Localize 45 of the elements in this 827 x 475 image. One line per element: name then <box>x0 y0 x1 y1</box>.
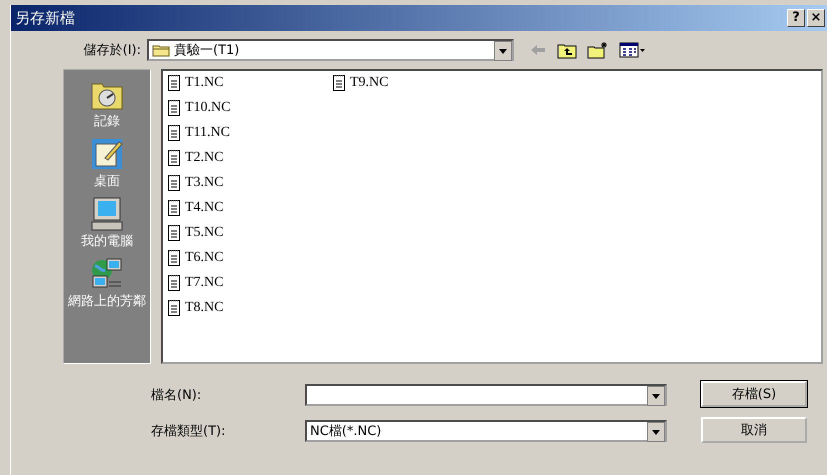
file-type-dropdown[interactable]: NC檔(*.NC) <box>305 420 667 442</box>
file-icon <box>167 74 181 92</box>
places-item[interactable]: 網路上的芳鄰 <box>68 256 146 310</box>
file-item[interactable]: T6.NC <box>167 248 332 268</box>
file-icon <box>167 224 181 242</box>
cancel-button[interactable]: 取消 <box>701 417 807 443</box>
file-icon <box>167 299 181 317</box>
file-item[interactable]: T1.NC <box>167 73 332 93</box>
file-item[interactable]: T10.NC <box>167 98 332 118</box>
desktop-icon <box>89 136 125 172</box>
help-button[interactable]: ? <box>787 9 805 27</box>
file-icon <box>167 99 181 117</box>
file-name-field[interactable] <box>305 384 667 406</box>
folder-name: 賁驗一(T1) <box>174 42 240 59</box>
places-item[interactable]: 桌面 <box>89 136 125 190</box>
file-list[interactable]: T1.NC T10.NC T11.NC T2.NC T3.NC T4.NC T5.NC T6.NC T7.NC T8.NC T9.NC <box>161 69 823 364</box>
places-item[interactable]: 記錄 <box>89 76 125 130</box>
file-item[interactable]: T7.NC <box>167 273 332 293</box>
file-icon <box>167 174 181 192</box>
file-item[interactable]: T4.NC <box>167 198 332 218</box>
file-name-label: 檔名(N): <box>151 387 202 404</box>
file-icon <box>167 124 181 142</box>
window-title: 另存新檔 <box>15 8 75 28</box>
new-folder-icon[interactable] <box>587 41 609 59</box>
file-item[interactable]: T2.NC <box>167 148 332 168</box>
file-icon <box>167 199 181 217</box>
save-button[interactable]: 存檔(S) <box>701 381 807 407</box>
file-item[interactable]: T8.NC <box>167 298 332 318</box>
file-icon <box>167 149 181 167</box>
save-in-label: 儲存於(I): <box>82 42 141 59</box>
file-icon <box>332 74 346 92</box>
file-type-label: 存檔類型(T): <box>151 423 226 440</box>
places-item[interactable]: 我的電腦 <box>81 196 133 250</box>
view-menu-icon[interactable] <box>619 42 647 58</box>
folder-icon <box>152 43 170 57</box>
save-in-dropdown[interactable]: 賁驗一(T1) <box>147 39 514 61</box>
file-item[interactable]: T5.NC <box>167 223 332 243</box>
file-item[interactable]: T3.NC <box>167 173 332 193</box>
file-item[interactable]: T11.NC <box>167 123 332 143</box>
computer-icon <box>89 196 125 232</box>
file-icon <box>167 249 181 267</box>
close-button[interactable]: × <box>807 9 825 27</box>
file-type-value: NC檔(*.NC) <box>310 423 382 440</box>
file-item[interactable]: T9.NC <box>332 73 497 93</box>
file-icon <box>167 274 181 292</box>
